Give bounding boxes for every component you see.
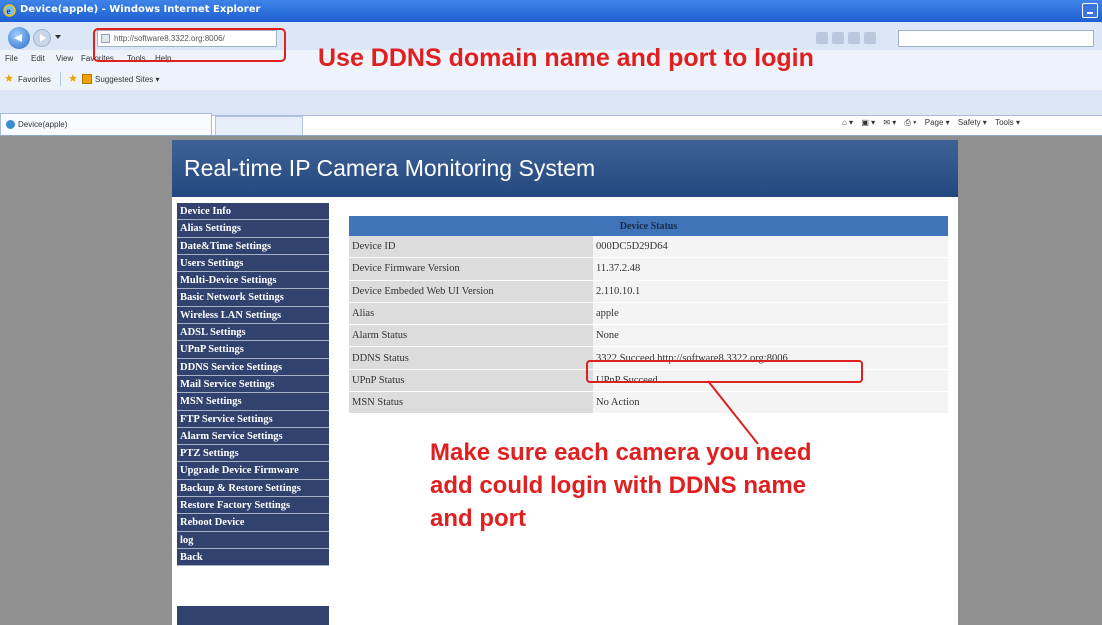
sidebar-item-device-info[interactable]: Device Info: [177, 203, 329, 221]
window-title: Device(apple) - Windows Internet Explore…: [20, 4, 261, 15]
page-menu[interactable]: Page ▾: [925, 118, 950, 127]
favorites-separator: [60, 72, 61, 86]
window-titlebar: e Device(apple) - Windows Internet Explo…: [0, 0, 1102, 22]
page-title: Real-time IP Camera Monitoring System: [184, 155, 596, 181]
menu-edit[interactable]: Edit: [31, 54, 45, 63]
row-label: Device Embeded Web UI Version: [349, 280, 593, 303]
sidebar-item-ddns-service-settings[interactable]: DDNS Service Settings: [177, 358, 329, 376]
sidebar-item-date-time-settings[interactable]: Date&Time Settings: [177, 237, 329, 255]
search-input[interactable]: [898, 30, 1094, 47]
row-label: Alarm Status: [349, 324, 593, 348]
sidebar-item-msn-settings[interactable]: MSN Settings: [177, 393, 329, 411]
table-row: Device Embeded Web UI Version 2.110.10.1: [349, 280, 948, 303]
compatibility-icon[interactable]: [816, 32, 828, 44]
history-dropdown-icon[interactable]: [55, 35, 61, 39]
sidebar-menu: Device Info Alias Settings Date&Time Set…: [177, 203, 329, 567]
row-label: Device Firmware Version: [349, 257, 593, 281]
sidebar-item-mail-service-settings[interactable]: Mail Service Settings: [177, 375, 329, 394]
row-value: 11.37.2.48: [593, 257, 948, 281]
row-value: None: [593, 324, 948, 348]
refresh-icon[interactable]: [832, 32, 844, 44]
sidebar-item-reboot-device[interactable]: Reboot Device: [177, 514, 329, 532]
tab-title: Device(apple): [18, 120, 68, 129]
back-button[interactable]: [8, 27, 30, 49]
table-row: Device ID 000DC5D29D64: [349, 236, 948, 259]
feeds-icon[interactable]: ▣ ▾: [861, 118, 875, 127]
sidebar-item-wireless-lan-settings[interactable]: Wireless LAN Settings: [177, 306, 329, 325]
row-value: apple: [593, 302, 948, 326]
stop-icon[interactable]: [864, 32, 876, 44]
internet-explorer-icon: e: [3, 4, 16, 17]
sidebar-item-adsl-settings[interactable]: ADSL Settings: [177, 324, 329, 342]
row-label: Alias: [349, 302, 593, 326]
sidebar-footer: [177, 606, 329, 625]
sidebar-item-multi-device-settings[interactable]: Multi-Device Settings: [177, 272, 329, 290]
address-highlight-box: [93, 28, 286, 62]
table-row: Device Firmware Version 11.37.2.48: [349, 257, 948, 281]
annotation-line: Make sure each camera you need: [430, 439, 812, 466]
forward-button[interactable]: [33, 29, 51, 47]
bottom-annotation: Make sure each camera you need add could…: [430, 436, 812, 535]
new-tab-button[interactable]: [215, 116, 303, 135]
sidebar-item-users-settings[interactable]: Users Settings: [177, 254, 329, 273]
sidebar-item-log[interactable]: log: [177, 531, 329, 549]
row-value: 000DC5D29D64: [593, 236, 948, 259]
table-row: Alias apple: [349, 302, 948, 326]
sidebar-item-alarm-service-settings[interactable]: Alarm Service Settings: [177, 427, 329, 446]
table-header-row: Device Status: [349, 216, 948, 236]
row-label: DDNS Status: [349, 346, 593, 370]
mail-icon[interactable]: ✉ ▾: [883, 118, 896, 127]
row-label: UPnP Status: [349, 369, 593, 393]
menu-file[interactable]: File: [5, 54, 18, 63]
row-label: Device ID: [349, 236, 593, 259]
command-bar: ⌂ ▾ ▣ ▾ ✉ ▾ ⎙ ▾ Page ▾ Safety ▾ Tools ▾: [836, 118, 1020, 128]
device-status-table: Device Status Device ID 000DC5D29D64 Dev…: [349, 216, 948, 415]
page-header: Real-time IP Camera Monitoring System: [172, 140, 958, 197]
sidebar-item-basic-network-settings[interactable]: Basic Network Settings: [177, 289, 329, 307]
address-bar-buttons[interactable]: [816, 31, 896, 45]
add-favorite-icon[interactable]: ★: [68, 72, 78, 85]
print-icon[interactable]: ⎙ ▾: [905, 118, 917, 128]
favorites-button[interactable]: Favorites: [18, 75, 51, 84]
sidebar-item-alias-settings[interactable]: Alias Settings: [177, 220, 329, 238]
table-row: Alarm Status None: [349, 324, 948, 348]
sidebar-item-backup-restore-settings[interactable]: Backup & Restore Settings: [177, 479, 329, 498]
table-row: MSN Status No Action: [349, 391, 948, 415]
top-annotation: Use DDNS domain name and port to login: [318, 44, 814, 72]
sidebar-item-ftp-service-settings[interactable]: FTP Service Settings: [177, 410, 329, 428]
menu-view[interactable]: View: [56, 54, 73, 63]
rss-icon[interactable]: [848, 32, 860, 44]
tab-page-icon: [6, 120, 15, 129]
tools-menu[interactable]: Tools ▾: [995, 118, 1020, 127]
row-value: 2.110.10.1: [593, 280, 948, 303]
annotation-line: add could login with DDNS name: [430, 472, 807, 499]
ddns-highlight-box: [586, 360, 863, 383]
safety-menu[interactable]: Safety ▾: [958, 118, 987, 127]
sidebar-item-back[interactable]: Back: [177, 548, 329, 567]
sidebar-item-restore-factory-settings[interactable]: Restore Factory Settings: [177, 497, 329, 515]
home-icon[interactable]: ⌂ ▾: [842, 118, 853, 127]
table-title: Device Status: [349, 216, 948, 236]
row-label: MSN Status: [349, 391, 593, 415]
annotation-line: and port: [430, 505, 526, 532]
sidebar-item-upnp-settings[interactable]: UPnP Settings: [177, 341, 329, 359]
sidebar-item-upgrade-device-firmware[interactable]: Upgrade Device Firmware: [177, 462, 329, 480]
minimize-button[interactable]: [1082, 3, 1098, 18]
favorites-star-icon[interactable]: ★: [4, 72, 14, 85]
sidebar-item-ptz-settings[interactable]: PTZ Settings: [177, 445, 329, 463]
tab-device[interactable]: Device(apple): [0, 113, 212, 135]
suggested-sites-icon: [82, 74, 92, 84]
row-value: No Action: [593, 391, 948, 415]
suggested-sites-link[interactable]: Suggested Sites ▾: [95, 75, 160, 84]
svg-text:e: e: [7, 6, 11, 16]
